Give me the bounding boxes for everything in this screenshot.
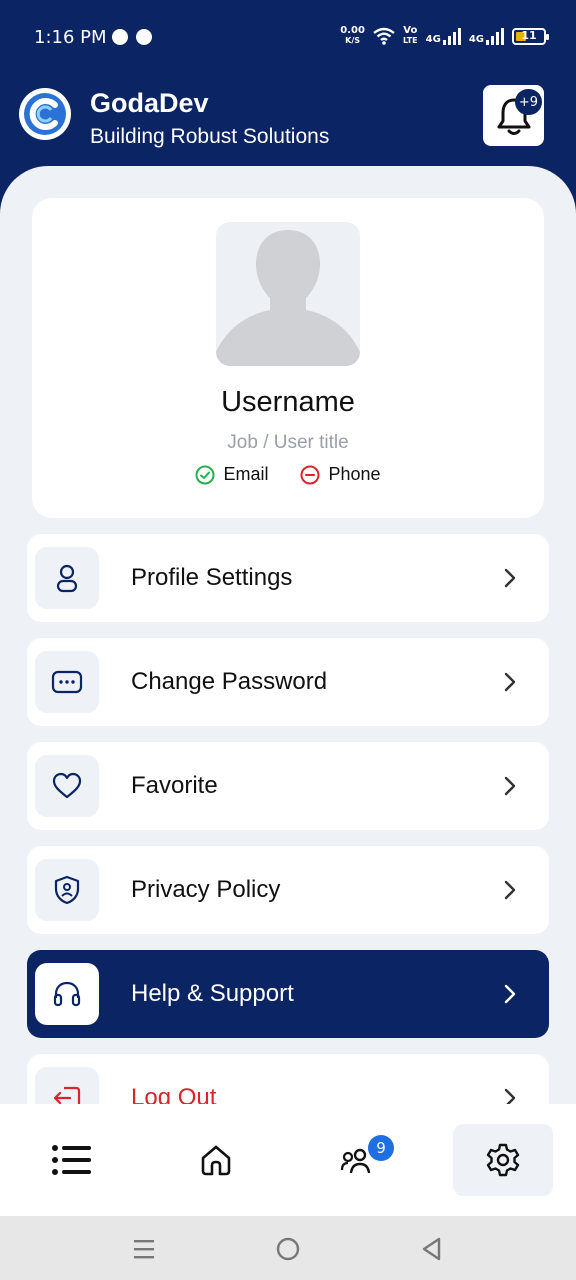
menu-label: Profile Settings bbox=[131, 564, 293, 591]
users-badge: 9 bbox=[368, 1135, 394, 1161]
nav-item-home[interactable] bbox=[166, 1124, 266, 1196]
avatar[interactable] bbox=[216, 222, 360, 366]
logout-icon bbox=[53, 1086, 81, 1106]
circle-icon bbox=[276, 1237, 300, 1261]
notifications-button[interactable]: +9 bbox=[483, 85, 544, 146]
phone-status: Phone bbox=[300, 464, 381, 485]
shield-user-icon bbox=[54, 875, 80, 905]
wifi-icon bbox=[373, 27, 395, 45]
phone-label: Phone bbox=[328, 464, 381, 484]
content-panel: Username Job / User title Email Phone Pr… bbox=[0, 166, 576, 1106]
email-label: Email bbox=[223, 464, 269, 484]
nav-item-settings[interactable] bbox=[453, 1124, 553, 1196]
recent-apps-button[interactable] bbox=[129, 1234, 159, 1264]
check-circle-icon bbox=[195, 465, 215, 484]
app-header: GodaDev Building Robust Solutions +9 bbox=[0, 80, 576, 160]
menu-label: Favorite bbox=[131, 772, 218, 799]
menu-label: Help & Support bbox=[131, 980, 294, 1007]
chevron-right-icon bbox=[504, 568, 516, 588]
menu-item-change-password[interactable]: Change Password bbox=[27, 638, 549, 726]
back-triangle-icon bbox=[422, 1237, 441, 1261]
app-subtitle: Building Robust Solutions bbox=[90, 125, 330, 148]
app-title: GodaDev bbox=[90, 88, 209, 118]
back-button[interactable] bbox=[416, 1234, 446, 1264]
username: Username bbox=[221, 386, 355, 418]
job-title: Job / User title bbox=[227, 432, 349, 453]
menu-label: Log Out bbox=[131, 1084, 217, 1106]
menu-item-favorite[interactable]: Favorite bbox=[27, 742, 549, 830]
heart-icon bbox=[52, 772, 82, 799]
net-speed: 0.00 K/S bbox=[340, 25, 365, 46]
status-time: 1:16 PM bbox=[34, 27, 107, 48]
menu-label: Change Password bbox=[131, 668, 328, 695]
system-nav-bar bbox=[0, 1216, 576, 1280]
minus-circle-icon bbox=[300, 465, 320, 484]
email-status: Email bbox=[195, 464, 268, 485]
notification-badge: +9 bbox=[514, 89, 542, 115]
app-logo bbox=[19, 88, 71, 140]
nav-item-list[interactable] bbox=[22, 1124, 122, 1196]
app-notification-icon bbox=[136, 29, 152, 45]
list-icon bbox=[52, 1145, 91, 1175]
chat-notification-icon bbox=[112, 29, 128, 45]
signal-bars-icon bbox=[442, 27, 461, 45]
menu-item-help-support[interactable]: Help & Support bbox=[27, 950, 549, 1038]
volte-indicator: Vo LTE bbox=[402, 25, 418, 46]
menu-lines-icon bbox=[134, 1240, 154, 1259]
password-icon bbox=[51, 670, 83, 694]
chevron-right-icon bbox=[504, 672, 516, 692]
nav-item-users[interactable]: 9 bbox=[310, 1124, 410, 1196]
menu-item-profile-settings[interactable]: Profile Settings bbox=[27, 534, 549, 622]
settings-icon bbox=[486, 1143, 520, 1177]
menu-item-privacy-policy[interactable]: Privacy Policy bbox=[27, 846, 549, 934]
battery-icon: 11 bbox=[512, 27, 549, 45]
user-silhouette-icon bbox=[216, 230, 360, 366]
home-system-button[interactable] bbox=[273, 1234, 303, 1264]
signal-1: 4G bbox=[426, 27, 461, 45]
status-bar: 1:16 PM 0.00 K/S Vo LTE 4G 4G 11 bbox=[0, 0, 576, 76]
chevron-right-icon bbox=[504, 880, 516, 900]
profile-card: Username Job / User title Email Phone bbox=[32, 198, 544, 518]
headphones-icon bbox=[53, 981, 81, 1007]
signal-bars-icon bbox=[486, 27, 504, 45]
verification-status: Email Phone bbox=[32, 464, 544, 485]
bottom-nav: 9 bbox=[0, 1104, 576, 1216]
chevron-right-icon bbox=[504, 984, 516, 1004]
signal-2: 4G bbox=[469, 27, 504, 45]
chevron-right-icon bbox=[504, 776, 516, 796]
chevron-right-icon bbox=[504, 1088, 516, 1106]
menu-label: Privacy Policy bbox=[131, 876, 281, 903]
user-icon bbox=[56, 564, 78, 593]
menu-item-logout[interactable]: Log Out bbox=[27, 1054, 549, 1106]
home-icon bbox=[201, 1145, 231, 1176]
logo-icon bbox=[24, 93, 66, 135]
